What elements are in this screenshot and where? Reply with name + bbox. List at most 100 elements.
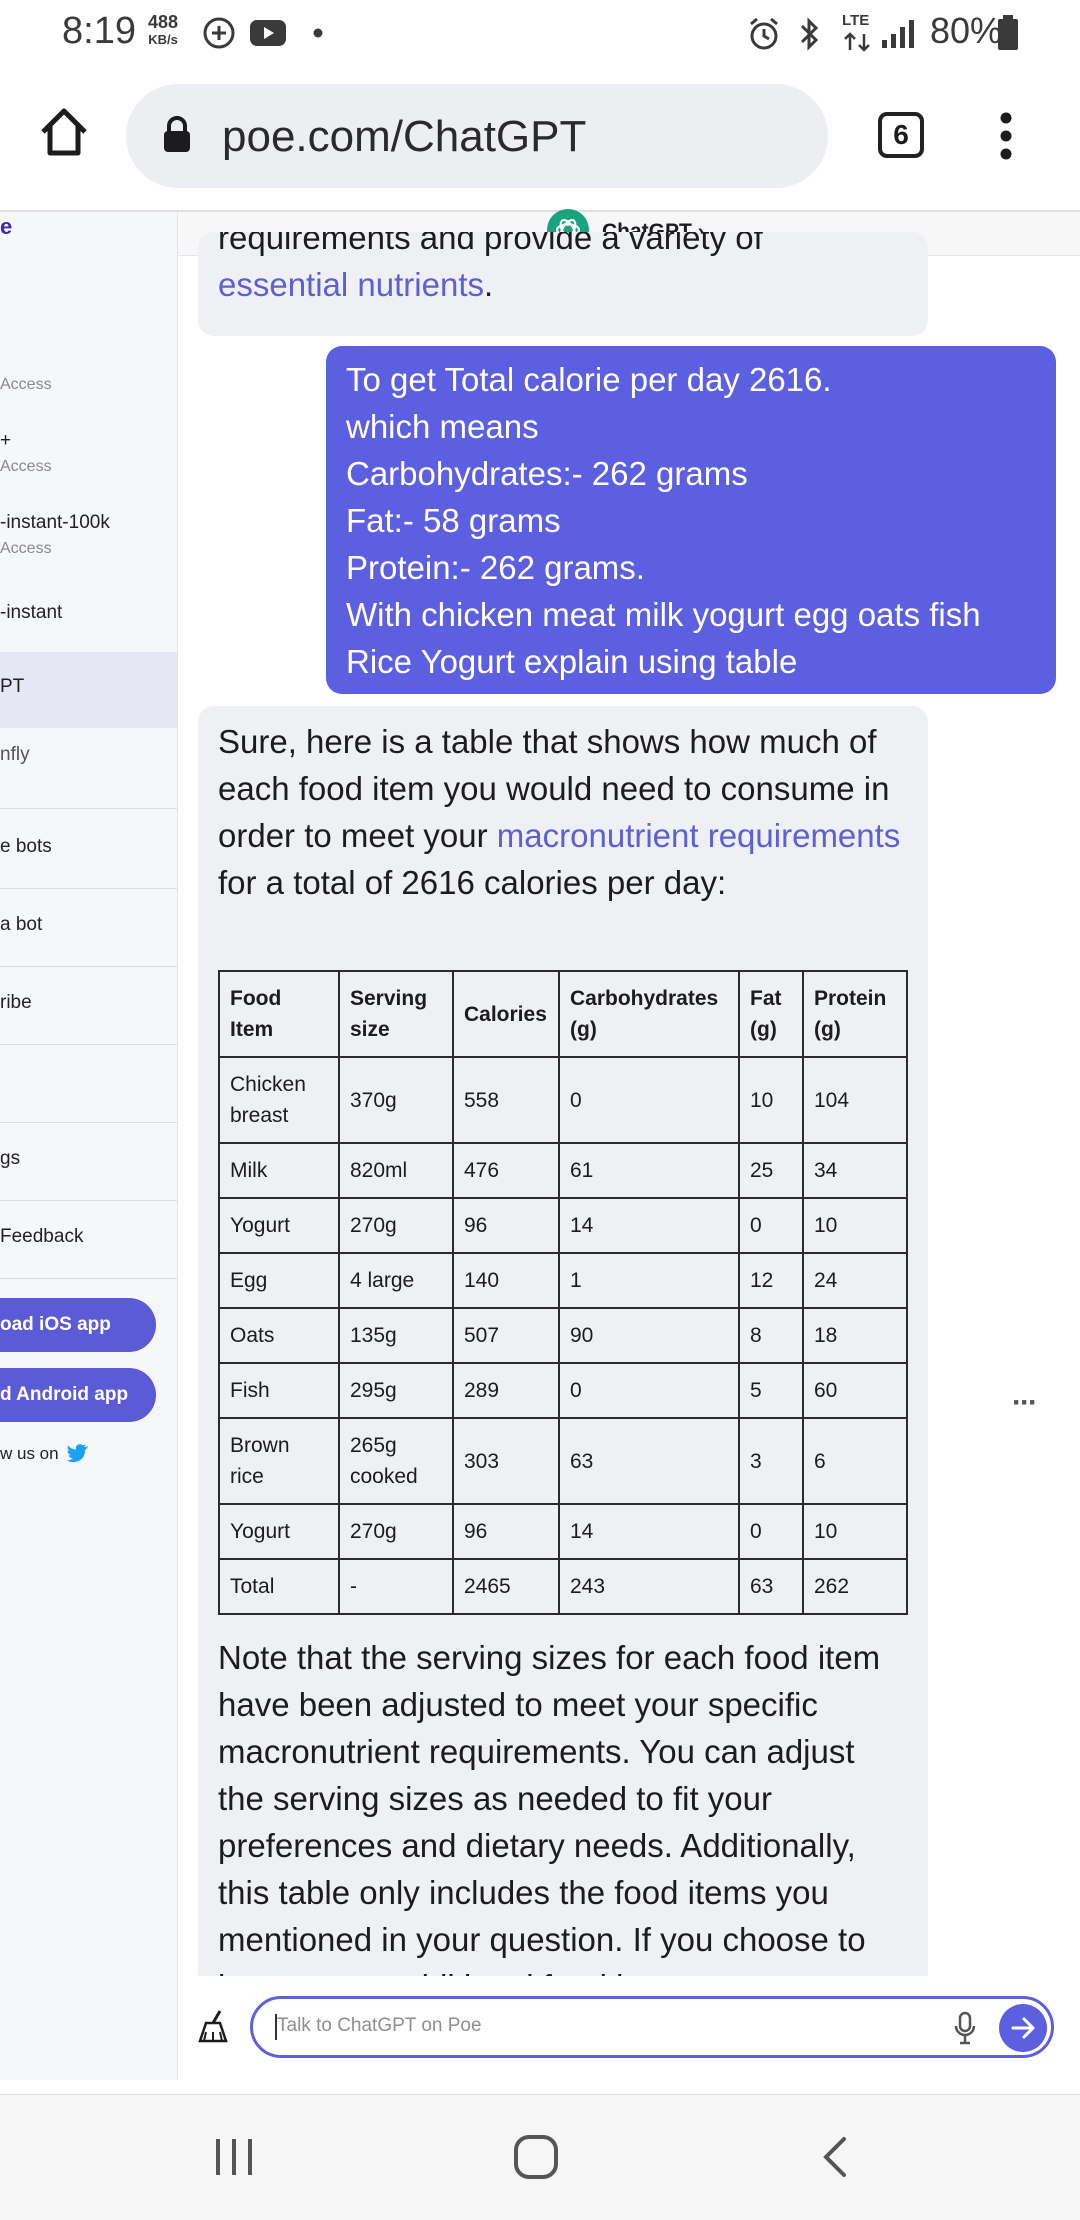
more-menu-icon[interactable] bbox=[994, 110, 1018, 162]
bluetooth-icon bbox=[800, 17, 819, 51]
url-text: poe.com/ChatGPT bbox=[222, 112, 587, 161]
sidebar-item-bot[interactable]: -instant bbox=[0, 602, 177, 624]
table-cell: 303 bbox=[452, 1417, 560, 1505]
table-cell: 1 bbox=[558, 1252, 740, 1309]
macronutrient-link[interactable]: macronutrient requirements bbox=[497, 817, 901, 854]
table-cell: 507 bbox=[452, 1307, 560, 1364]
signal-icon bbox=[882, 20, 914, 48]
data-arrows-icon bbox=[844, 32, 870, 52]
dot-icon bbox=[313, 28, 323, 38]
sidebar-divider bbox=[0, 1044, 177, 1045]
table-cell: 270g bbox=[338, 1197, 454, 1254]
table-cell: 0 bbox=[738, 1503, 804, 1560]
table-cell: 270g bbox=[338, 1503, 454, 1560]
table-cell: 295g bbox=[338, 1362, 454, 1419]
table-cell: 476 bbox=[452, 1142, 560, 1199]
sidebar-link-feedback[interactable]: Feedback bbox=[0, 1226, 177, 1248]
table-cell: 90 bbox=[558, 1307, 740, 1364]
table-cell: Egg bbox=[218, 1252, 340, 1309]
sidebar-item-bot[interactable]: nfly bbox=[0, 744, 177, 766]
sidebar-link-subscribe[interactable]: ribe bbox=[0, 992, 177, 1014]
table-cell: Yogurt bbox=[218, 1197, 340, 1254]
table-cell: Oats bbox=[218, 1307, 340, 1364]
sidebar-divider bbox=[0, 1200, 177, 1201]
battery-icon bbox=[998, 15, 1018, 50]
arrow-right-icon bbox=[1011, 2017, 1035, 2039]
back-icon[interactable] bbox=[818, 2135, 852, 2179]
youtube-icon bbox=[250, 20, 286, 46]
table-cell: Yogurt bbox=[218, 1503, 340, 1560]
add-circle-icon bbox=[203, 17, 235, 49]
send-button[interactable] bbox=[999, 2004, 1047, 2052]
status-bar: 8:19 488 KB/s LTE 80% bbox=[0, 0, 1080, 64]
home-icon[interactable] bbox=[38, 106, 90, 158]
sidebar-item-bot[interactable]: -instant-100k bbox=[0, 512, 177, 534]
bot-message: requirements and provide a variety of es… bbox=[198, 232, 928, 336]
microphone-icon[interactable] bbox=[953, 2011, 977, 2047]
table-row: Fish 295g 289 0 5 60 bbox=[218, 1362, 908, 1419]
user-message-line: Carbohydrates:- 262 grams bbox=[346, 455, 748, 492]
table-cell: 5 bbox=[738, 1362, 804, 1419]
bot-message-end: . bbox=[483, 266, 494, 303]
table-cell: 10 bbox=[802, 1197, 908, 1254]
message-input-placeholder: Talk to ChatGPT on Poe bbox=[277, 2015, 482, 2036]
twitter-icon[interactable] bbox=[66, 1442, 90, 1464]
table-cell: 289 bbox=[452, 1362, 560, 1419]
sidebar-link-explore-bots[interactable]: e bots bbox=[0, 836, 177, 858]
table-cell: 820ml bbox=[338, 1142, 454, 1199]
screen: { "status_bar": { "time": "8:19", "net_s… bbox=[0, 0, 1080, 2220]
composer: Talk to ChatGPT on Poe bbox=[178, 1976, 1080, 2080]
table-cell: 8 bbox=[738, 1307, 804, 1364]
download-ios-button[interactable]: oad iOS app bbox=[0, 1298, 156, 1352]
table-header: Carbohydrates (g) bbox=[558, 970, 740, 1058]
recent-apps-icon[interactable] bbox=[212, 2137, 256, 2177]
sidebar-item-chatgpt[interactable]: PT bbox=[0, 676, 177, 698]
essential-nutrients-link[interactable]: essential nutrients bbox=[218, 266, 484, 303]
table-row-total: Total - 2465 243 63 262 bbox=[218, 1558, 908, 1615]
table-cell: 2465 bbox=[452, 1558, 560, 1615]
net-speed-unit: KB/s bbox=[148, 32, 178, 47]
user-message-line: Rice Yogurt explain using table bbox=[346, 643, 798, 680]
table-row: Yogurt 270g 96 14 0 10 bbox=[218, 1197, 908, 1254]
table-cell: 0 bbox=[738, 1197, 804, 1254]
user-message-line: Protein:- 262 grams. bbox=[346, 549, 645, 586]
sidebar-logo[interactable]: e bbox=[0, 214, 12, 240]
table-cell: 24 bbox=[802, 1252, 908, 1309]
table-header-row: Food Item Serving size Calories Carbohyd… bbox=[218, 970, 908, 1058]
browser-toolbar: poe.com/ChatGPT 6 bbox=[0, 66, 1080, 210]
table-cell: 61 bbox=[558, 1142, 740, 1199]
tab-switcher-button[interactable]: 6 bbox=[878, 112, 924, 158]
status-time: 8:19 bbox=[62, 10, 136, 52]
message-input[interactable]: Talk to ChatGPT on Poe bbox=[250, 1996, 1054, 2058]
lock-icon bbox=[164, 116, 190, 152]
table-cell: 265g cooked bbox=[338, 1417, 454, 1505]
table-cell: 0 bbox=[558, 1056, 740, 1144]
table-cell: 4 large bbox=[338, 1252, 454, 1309]
address-bar[interactable]: poe.com/ChatGPT bbox=[126, 84, 828, 188]
bot-message-fragment: requirements and provide a variety of bbox=[218, 232, 763, 256]
download-android-button[interactable]: d Android app bbox=[0, 1368, 156, 1422]
clear-context-broom-icon[interactable] bbox=[196, 2008, 230, 2044]
table-cell: 60 bbox=[802, 1362, 908, 1419]
user-message-line: Fat:- 58 grams bbox=[346, 502, 561, 539]
bot-message-text: requirements and provide a variety of es… bbox=[218, 232, 908, 308]
table-cell: Chicken breast bbox=[218, 1056, 340, 1144]
table-cell: 558 bbox=[452, 1056, 560, 1144]
home-nav-icon[interactable] bbox=[512, 2133, 560, 2181]
battery-percent: 80% bbox=[929, 10, 1002, 51]
table-cell: 10 bbox=[802, 1503, 908, 1560]
sidebar-item-bot[interactable]: + bbox=[0, 430, 177, 452]
user-message: To get Total calorie per day 2616. which… bbox=[326, 346, 1056, 694]
network-type: LTE bbox=[842, 12, 870, 29]
table-cell: - bbox=[338, 1558, 454, 1615]
table-cell: 0 bbox=[558, 1362, 740, 1419]
sidebar-link-settings[interactable]: gs bbox=[0, 1148, 177, 1170]
table-cell: 96 bbox=[452, 1503, 560, 1560]
message-more-options-button[interactable]: ··· bbox=[1012, 1386, 1038, 1420]
sidebar-divider bbox=[0, 1122, 177, 1123]
bot-reply-intro: Sure, here is a table that shows how muc… bbox=[218, 718, 908, 906]
sidebar-link-create-bot[interactable]: a bot bbox=[0, 914, 177, 936]
table-cell: Total bbox=[218, 1558, 340, 1615]
table-cell: 6 bbox=[802, 1417, 908, 1505]
table-cell: 135g bbox=[338, 1307, 454, 1364]
